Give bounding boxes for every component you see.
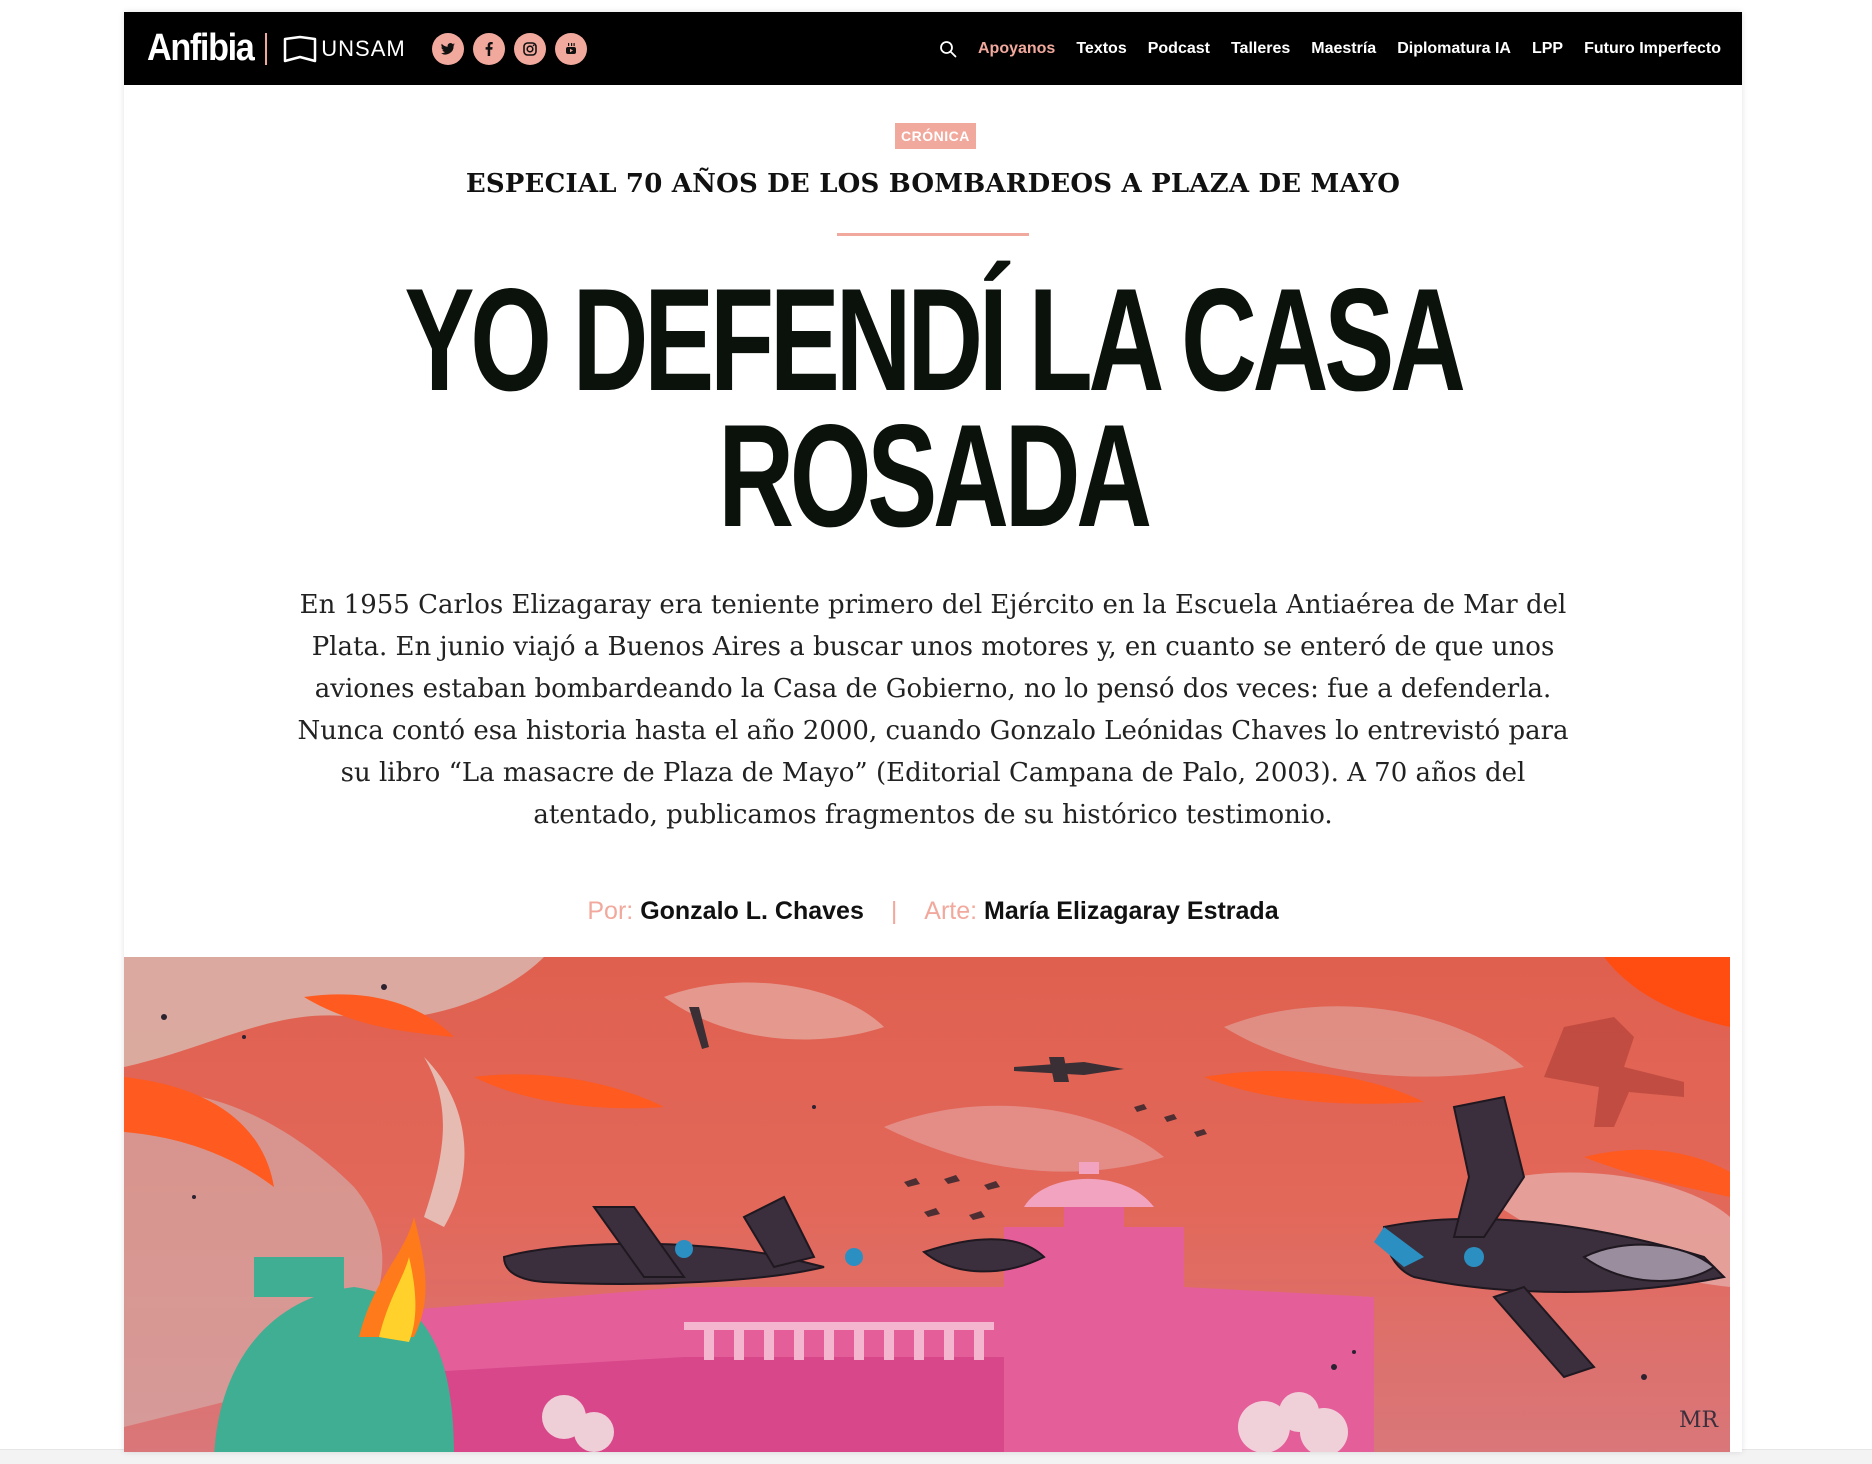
- youtube-icon[interactable]: [554, 32, 587, 65]
- menu-item-maestria[interactable]: Maestría: [1311, 40, 1376, 58]
- hero-illustration-art: MR: [124, 957, 1730, 1452]
- article-kicker: ESPECIAL 70 AÑOS DE LOS BOMBARDEOS A PLA…: [465, 169, 1401, 199]
- author-label: Por:: [587, 897, 634, 925]
- main-menu: Apoyanos Textos Podcast Talleres Maestrí…: [939, 40, 1721, 58]
- byline-separator: |: [890, 897, 898, 925]
- menu-item-textos[interactable]: Textos: [1076, 40, 1126, 58]
- menu-item-diplomatura-ia[interactable]: Diplomatura IA: [1397, 40, 1511, 58]
- top-navigation: Anfibia UNSAM Apoyanos Textos Podcast Ta…: [124, 12, 1742, 85]
- menu-item-podcast[interactable]: Podcast: [1148, 40, 1210, 58]
- page: Anfibia UNSAM Apoyanos Textos Podcast Ta…: [0, 0, 1872, 1464]
- article-lede: En 1955 Carlos Elizagaray era teniente p…: [297, 590, 1569, 830]
- unsam-logo[interactable]: UNSAM: [283, 35, 405, 63]
- menu-item-apoyanos[interactable]: Apoyanos: [978, 40, 1055, 58]
- twitter-icon[interactable]: [431, 32, 464, 65]
- article-title: YO DEFENDÍ LA CASA ROSADA: [351, 267, 1516, 549]
- author-name[interactable]: Gonzalo L. Chaves: [640, 897, 864, 925]
- hero-illustration: MR: [124, 957, 1730, 1452]
- menu-item-lpp[interactable]: LPP: [1532, 40, 1563, 58]
- artist-name[interactable]: María Elizagaray Estrada: [984, 897, 1279, 925]
- artist-signature: MR: [1679, 1408, 1720, 1433]
- byline: Por: Gonzalo L. Chaves | Arte: María Eli…: [124, 897, 1742, 926]
- facebook-icon[interactable]: [472, 32, 505, 65]
- title-divider: [837, 233, 1029, 236]
- logo-separator: [265, 32, 268, 65]
- menu-item-talleres[interactable]: Talleres: [1231, 40, 1290, 58]
- anfibia-logo[interactable]: Anfibia: [147, 27, 255, 70]
- article-frame: Anfibia UNSAM Apoyanos Textos Podcast Ta…: [124, 12, 1742, 1452]
- book-icon: [284, 35, 317, 62]
- section-tag[interactable]: CRÓNICA: [895, 123, 976, 149]
- search-icon[interactable]: [939, 40, 957, 58]
- title-line-2: ROSADA: [718, 394, 1152, 557]
- social-links: [431, 32, 587, 65]
- unsam-label: UNSAM: [321, 35, 406, 61]
- art-label: Arte:: [924, 897, 978, 925]
- instagram-icon[interactable]: [513, 32, 546, 65]
- menu-item-futuro-imperfecto[interactable]: Futuro Imperfecto: [1584, 40, 1721, 58]
